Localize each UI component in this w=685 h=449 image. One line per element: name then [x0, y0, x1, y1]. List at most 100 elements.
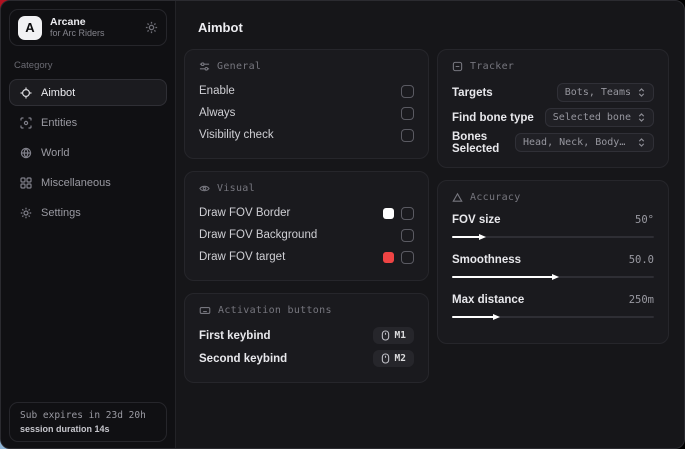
eye-icon: [199, 183, 210, 194]
settings-gear-icon: [20, 207, 32, 219]
max-distance-slider[interactable]: [452, 312, 654, 322]
app-title-block: Arcane for Arc Riders: [50, 16, 137, 38]
app-subtitle: for Arc Riders: [50, 28, 137, 38]
sidebar-item-settings[interactable]: Settings: [9, 199, 167, 226]
unfold-chevrons-icon: [637, 87, 646, 98]
second-keybind-button[interactable]: M2: [373, 350, 414, 367]
sidebar-item-label: Miscellaneous: [41, 177, 111, 189]
page-title: Aimbot: [198, 20, 669, 35]
fov-background-checkbox[interactable]: [401, 229, 414, 242]
card-title: Activation buttons: [218, 305, 332, 316]
slider-value: 250m: [629, 294, 654, 306]
smoothness-group: Smoothness 50.0: [452, 251, 654, 282]
category-label: Category: [14, 60, 167, 71]
sidebar-item-aimbot[interactable]: Aimbot: [9, 79, 167, 106]
find-bone-type-select[interactable]: Selected bone: [545, 108, 654, 127]
slider-label: Max distance: [452, 294, 524, 306]
setting-row-enable: Enable: [199, 80, 414, 102]
sidebar-item-miscellaneous[interactable]: Miscellaneous: [9, 169, 167, 196]
fov-size-group: FOV size 50°: [452, 211, 654, 242]
sidebar: A Arcane for Arc Riders Category: [1, 1, 176, 448]
keybind-value: M2: [395, 353, 406, 364]
slider-value: 50°: [635, 214, 654, 226]
app-logo: A: [18, 16, 42, 40]
subscription-card: Sub expires in 23d 20h session duration …: [9, 402, 167, 442]
sidebar-item-label: Aimbot: [41, 87, 75, 99]
slider-value: 50.0: [629, 254, 654, 266]
max-distance-group: Max distance 250m: [452, 291, 654, 322]
select-value: Selected bone: [553, 112, 631, 123]
sidebar-item-entities[interactable]: Entities: [9, 109, 167, 136]
tracker-row-find-bone-type: Find bone type Selected bone: [452, 105, 654, 130]
card-title: Tracker: [470, 61, 514, 72]
tracker-label: Find bone type: [452, 112, 534, 124]
card-title: Visual: [217, 183, 255, 194]
setting-row-visibility-check: Visibility check: [199, 124, 414, 146]
slider-thumb[interactable]: [493, 314, 500, 320]
setting-label: Enable: [199, 85, 235, 97]
grid-icon: [20, 177, 32, 189]
tracker-row-targets: Targets Bots, Teams: [452, 80, 654, 105]
setting-row-fov-background: Draw FOV Background: [199, 224, 414, 246]
slider-thumb[interactable]: [552, 274, 559, 280]
tracker-card: Tracker Targets Bots, Teams: [437, 49, 669, 168]
desktop-stage: A Arcane for Arc Riders Category: [0, 0, 685, 449]
tracker-frame-icon: [452, 61, 463, 72]
slider-label: FOV size: [452, 214, 501, 226]
arcane-window: A Arcane for Arc Riders Category: [0, 0, 685, 449]
fov-size-slider[interactable]: [452, 232, 654, 242]
slider-label: Smoothness: [452, 254, 521, 266]
keybind-label: Second keybind: [199, 353, 287, 365]
select-value: Bots, Teams: [565, 87, 631, 98]
first-keybind-button[interactable]: M1: [373, 327, 414, 344]
subscription-expiry: Sub expires in 23d 20h: [20, 410, 156, 421]
setting-label: Always: [199, 107, 235, 119]
sidebar-item-world[interactable]: World: [9, 139, 167, 166]
slider-fill: [452, 316, 494, 319]
setting-label: Draw FOV Border: [199, 207, 290, 219]
setting-label: Draw FOV Background: [199, 229, 317, 241]
activation-buttons-card: Activation buttons First keybind M1: [184, 293, 429, 383]
select-value: Head, Neck, Body, Pe...: [523, 137, 631, 148]
slider-fill: [452, 276, 553, 279]
gear-icon[interactable]: [145, 21, 158, 34]
keybind-row-first: First keybind M1: [199, 324, 414, 347]
fov-target-checkbox[interactable]: [401, 251, 414, 264]
card-title: General: [217, 61, 261, 72]
triangle-icon: [452, 192, 463, 203]
entities-scan-icon: [20, 117, 32, 129]
mouse-icon: [381, 353, 390, 364]
tracker-label: Bones Selected: [452, 131, 515, 155]
always-checkbox[interactable]: [401, 107, 414, 120]
setting-row-fov-target: Draw FOV target: [199, 246, 414, 268]
tracker-row-bones-selected: Bones Selected Head, Neck, Body, Pe...: [452, 130, 654, 155]
sidebar-item-label: World: [41, 147, 70, 159]
setting-label: Visibility check: [199, 129, 274, 141]
fov-border-checkbox[interactable]: [401, 207, 414, 220]
enable-checkbox[interactable]: [401, 85, 414, 98]
app-name: Arcane: [50, 16, 137, 28]
crosshair-icon: [20, 87, 32, 99]
sidebar-item-label: Entities: [41, 117, 77, 129]
session-duration: session duration 14s: [20, 424, 156, 434]
visual-card: Visual Draw FOV Border Draw FOV Backgrou…: [184, 171, 429, 281]
sliders-icon: [199, 61, 210, 72]
bones-selected-select[interactable]: Head, Neck, Body, Pe...: [515, 133, 654, 152]
accuracy-card: Accuracy FOV size 50°: [437, 180, 669, 344]
setting-label: Draw FOV target: [199, 251, 285, 263]
targets-select[interactable]: Bots, Teams: [557, 83, 654, 102]
main-panel: Aimbot General: [176, 1, 684, 448]
unfold-chevrons-icon: [637, 112, 646, 123]
general-card: General Enable Always Visibility check: [184, 49, 429, 159]
smoothness-slider[interactable]: [452, 272, 654, 282]
sidebar-item-label: Settings: [41, 207, 81, 219]
slider-thumb[interactable]: [479, 234, 486, 240]
keyboard-icon: [199, 305, 211, 316]
tracker-label: Targets: [452, 87, 493, 99]
setting-row-always: Always: [199, 102, 414, 124]
fov-target-color-swatch[interactable]: [383, 252, 394, 263]
visibility-check-checkbox[interactable]: [401, 129, 414, 142]
fov-border-color-swatch[interactable]: [383, 208, 394, 219]
unfold-chevrons-icon: [637, 137, 646, 148]
mouse-icon: [381, 330, 390, 341]
